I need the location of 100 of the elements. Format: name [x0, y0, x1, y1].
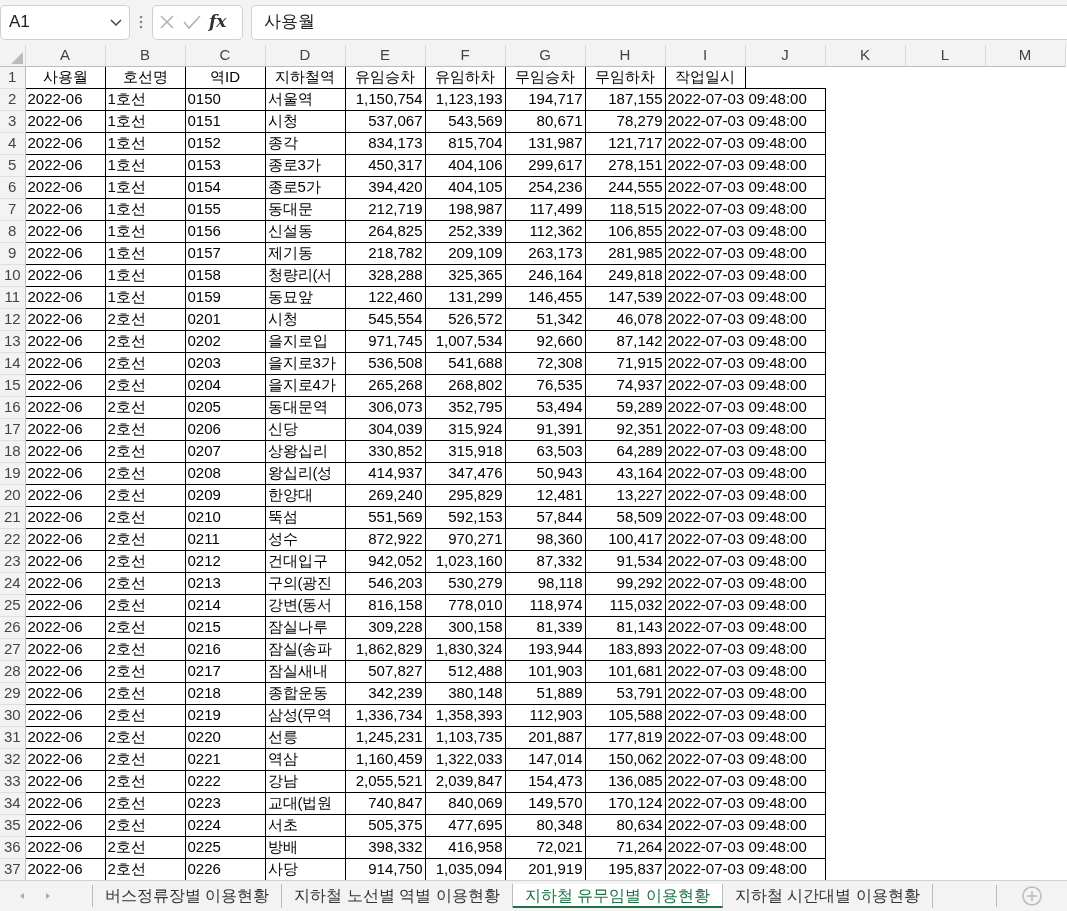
row-number[interactable]: 31: [0, 726, 25, 748]
row-number[interactable]: 22: [0, 528, 25, 550]
row-number[interactable]: 21: [0, 506, 25, 528]
table-cell: 잠실(송파: [265, 638, 345, 660]
table-cell: 115,032: [585, 594, 665, 616]
row-number[interactable]: 8: [0, 220, 25, 242]
table-cell: 193,944: [505, 638, 585, 660]
table-cell: 2022-06: [25, 88, 105, 110]
table-cell: 315,924: [425, 418, 505, 440]
row-number[interactable]: 36: [0, 836, 25, 858]
column-header[interactable]: E: [345, 45, 425, 66]
table-cell: 105,588: [585, 704, 665, 726]
table-cell: 2022-06: [25, 528, 105, 550]
header-cell: 호선명: [105, 66, 185, 88]
table-cell: 2호선: [105, 660, 185, 682]
row-number[interactable]: 15: [0, 374, 25, 396]
column-header[interactable]: C: [185, 45, 265, 66]
table-cell: 218,782: [345, 242, 425, 264]
table-cell: 81,339: [505, 616, 585, 638]
table-cell: 종각: [265, 132, 345, 154]
column-header[interactable]: K: [825, 45, 905, 66]
row-number[interactable]: 4: [0, 132, 25, 154]
table-cell: 청량리(서: [265, 264, 345, 286]
table-cell: 112,362: [505, 220, 585, 242]
table-cell: 150,062: [585, 748, 665, 770]
row-number[interactable]: 30: [0, 704, 25, 726]
sheet-tab[interactable]: 지하철 시간대별 이용현황: [722, 884, 933, 908]
row-number[interactable]: 25: [0, 594, 25, 616]
row-number[interactable]: 29: [0, 682, 25, 704]
table-cell: 잠실나루: [265, 616, 345, 638]
column-header[interactable]: A: [25, 45, 105, 66]
table-cell: 136,085: [585, 770, 665, 792]
row-number[interactable]: 11: [0, 286, 25, 308]
table-cell: 0223: [185, 792, 265, 814]
row-number[interactable]: 13: [0, 330, 25, 352]
chevron-down-icon[interactable]: [109, 17, 123, 27]
table-cell: 264,825: [345, 220, 425, 242]
table-cell: 왕십리(성: [265, 462, 345, 484]
row-number[interactable]: 34: [0, 792, 25, 814]
row-number[interactable]: 37: [0, 858, 25, 880]
row-number[interactable]: 1: [0, 66, 25, 88]
row-number[interactable]: 2: [0, 88, 25, 110]
table-cell: 2022-06: [25, 286, 105, 308]
row-number[interactable]: 27: [0, 638, 25, 660]
table-cell: 2호선: [105, 374, 185, 396]
row-number[interactable]: 17: [0, 418, 25, 440]
column-header[interactable]: I: [665, 45, 745, 66]
table-cell: 63,503: [505, 440, 585, 462]
table-cell: 92,351: [585, 418, 665, 440]
table-cell: 2022-07-03 09:48:00: [665, 660, 825, 682]
row-number[interactable]: 16: [0, 396, 25, 418]
row-number[interactable]: 19: [0, 462, 25, 484]
row-number[interactable]: 33: [0, 770, 25, 792]
column-header[interactable]: B: [105, 45, 185, 66]
column-header[interactable]: G: [505, 45, 585, 66]
row-number[interactable]: 6: [0, 176, 25, 198]
formula-input[interactable]: 사용월: [251, 4, 1067, 40]
table-cell: 1,830,324: [425, 638, 505, 660]
row-number[interactable]: 35: [0, 814, 25, 836]
column-header[interactable]: H: [585, 45, 665, 66]
table-cell: 2022-06: [25, 638, 105, 660]
row-number[interactable]: 9: [0, 242, 25, 264]
select-all-icon[interactable]: [11, 52, 23, 65]
sheet-tab[interactable]: 버스정류장별 이용현황: [93, 884, 283, 908]
row-number[interactable]: 3: [0, 110, 25, 132]
column-header[interactable]: F: [425, 45, 505, 66]
insert-function-button[interactable]: fx: [209, 9, 227, 35]
row-number[interactable]: 24: [0, 572, 25, 594]
row-number[interactable]: 32: [0, 748, 25, 770]
row-number[interactable]: 26: [0, 616, 25, 638]
column-header[interactable]: L: [905, 45, 985, 66]
table-cell: 1,160,459: [345, 748, 425, 770]
table-cell: 종로5가: [265, 176, 345, 198]
cancel-icon[interactable]: [159, 14, 175, 30]
table-cell: 0203: [185, 352, 265, 374]
row-number[interactable]: 10: [0, 264, 25, 286]
name-box[interactable]: A1: [0, 4, 130, 40]
row-number[interactable]: 28: [0, 660, 25, 682]
table-cell: 시청: [265, 110, 345, 132]
table-cell: 244,555: [585, 176, 665, 198]
more-icon[interactable]: [138, 14, 144, 30]
row-number[interactable]: 12: [0, 308, 25, 330]
column-header[interactable]: D: [265, 45, 345, 66]
row-number[interactable]: 20: [0, 484, 25, 506]
column-header[interactable]: M: [985, 45, 1065, 66]
table-cell: 122,460: [345, 286, 425, 308]
table-cell: 2022-06: [25, 726, 105, 748]
sheet-tab[interactable]: 지하철 유무임별 이용현황: [512, 884, 723, 908]
table-cell: 971,745: [345, 330, 425, 352]
row-number[interactable]: 5: [0, 154, 25, 176]
sheet-tab[interactable]: 지하철 노선별 역별 이용현황: [282, 884, 513, 908]
row-number[interactable]: 7: [0, 198, 25, 220]
column-header[interactable]: J: [745, 45, 825, 66]
table-cell: 131,987: [505, 132, 585, 154]
row-number[interactable]: 23: [0, 550, 25, 572]
check-icon[interactable]: [183, 14, 201, 30]
add-sheet-icon[interactable]: [1021, 885, 1043, 907]
row-number[interactable]: 18: [0, 440, 25, 462]
table-cell: 2022-07-03 09:48:00: [665, 572, 825, 594]
row-number[interactable]: 14: [0, 352, 25, 374]
